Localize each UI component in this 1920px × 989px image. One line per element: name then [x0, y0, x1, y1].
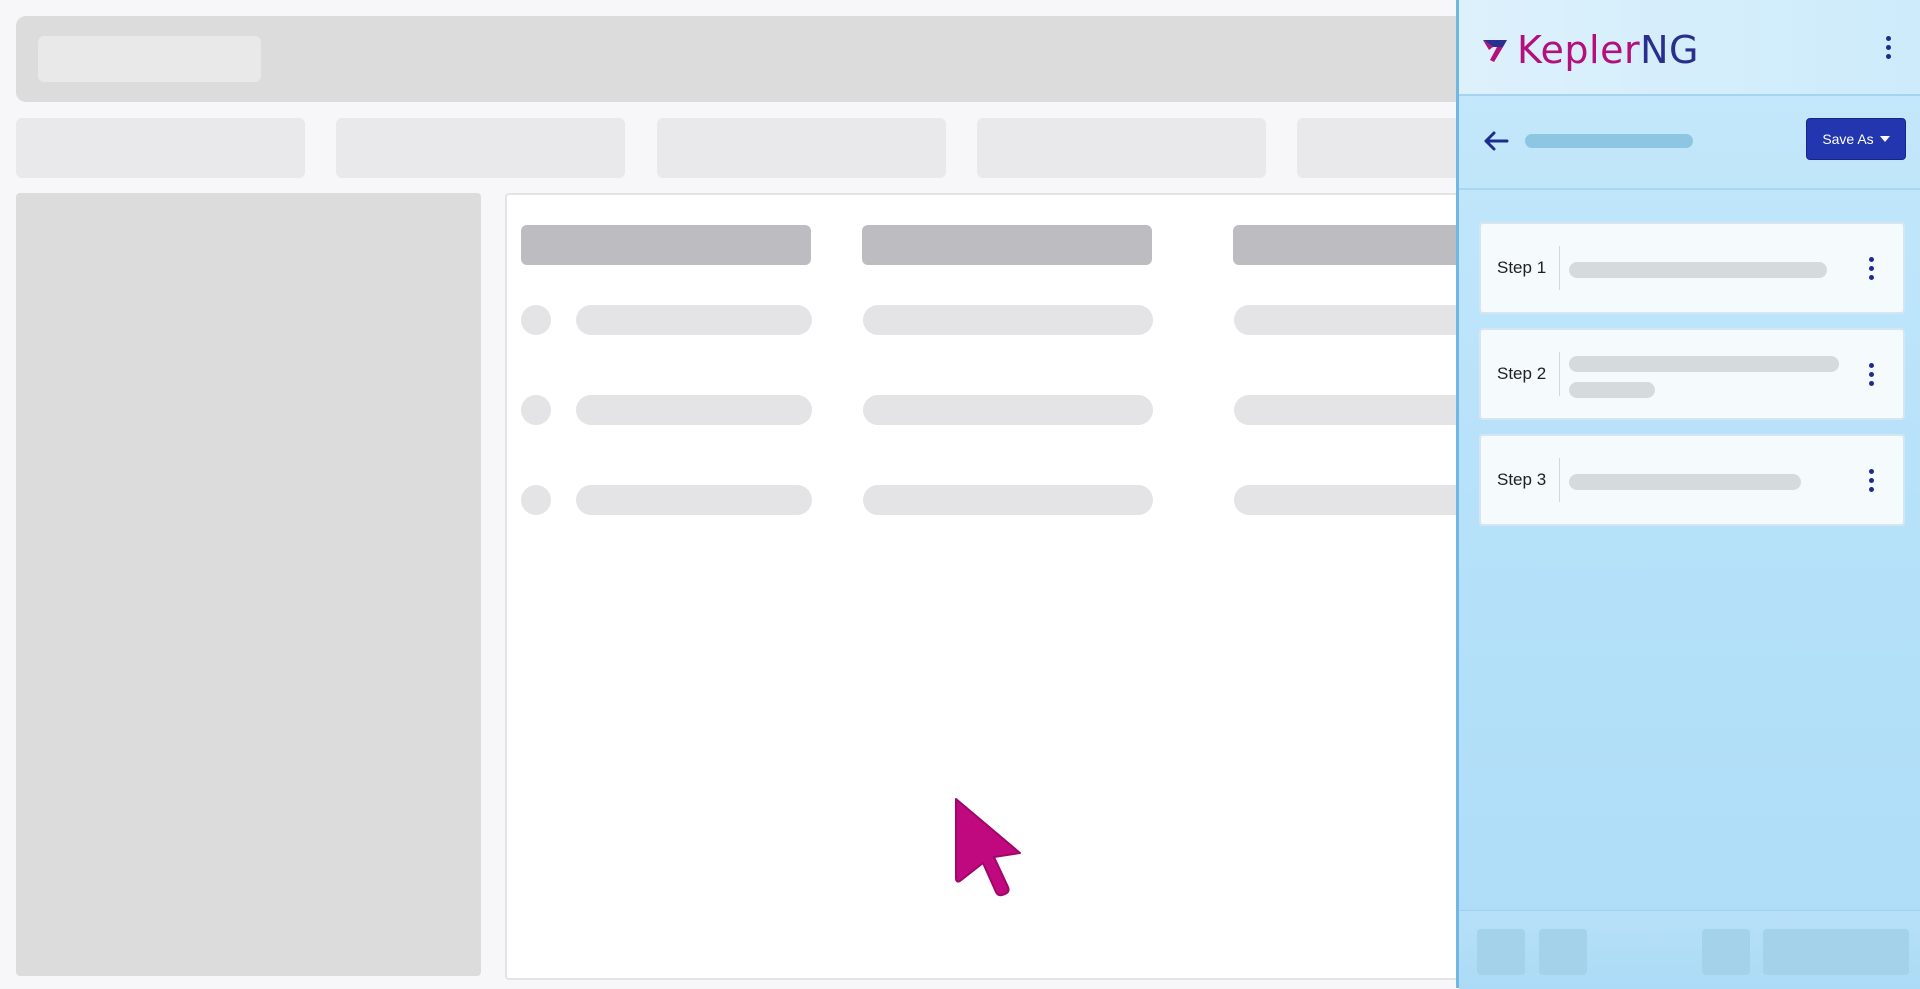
row-radio-placeholder[interactable] [521, 485, 551, 515]
step-kebab-menu-icon[interactable] [1861, 462, 1881, 498]
tab-placeholder[interactable] [16, 118, 305, 178]
step-divider [1559, 246, 1560, 290]
step-divider [1559, 458, 1560, 502]
step-description-placeholder [1569, 382, 1655, 398]
panel-footer [1459, 910, 1920, 989]
step-kebab-menu-icon[interactable] [1861, 356, 1881, 392]
footer-button-placeholder[interactable] [1539, 929, 1587, 975]
panel-header: KeplerNG [1459, 0, 1920, 96]
arrow-left-icon[interactable] [1481, 126, 1511, 156]
step-label: Step 3 [1497, 470, 1547, 489]
row-radio-placeholder[interactable] [521, 395, 551, 425]
brand-name: KeplerNG [1517, 28, 1699, 72]
footer-button-placeholder[interactable] [1477, 929, 1525, 975]
kebab-menu-icon[interactable] [1878, 29, 1898, 65]
footer-button-placeholder[interactable] [1702, 929, 1750, 975]
caret-down-icon [1879, 136, 1890, 142]
mouse-pointer-icon [955, 798, 1021, 897]
kepler-side-panel: KeplerNG Save As Step 1 Step 2 Step 3 [1456, 0, 1920, 989]
panel-toolbar: Save As [1459, 96, 1920, 190]
step-divider [1559, 352, 1560, 396]
tab-placeholder[interactable] [1297, 118, 1467, 178]
step-kebab-menu-icon[interactable] [1861, 250, 1881, 286]
save-as-label: Save As [1822, 131, 1874, 147]
row-cell-placeholder [576, 485, 812, 515]
workflow-title-placeholder [1525, 134, 1693, 148]
column-header-placeholder [862, 225, 1152, 265]
step-label: Step 2 [1497, 364, 1547, 383]
column-header-placeholder [521, 225, 811, 265]
app-title-placeholder [38, 36, 261, 82]
kepler-logo: KeplerNG [1481, 28, 1699, 72]
row-cell-placeholder [863, 305, 1153, 335]
row-cell-placeholder [576, 395, 812, 425]
sidebar-placeholder [16, 193, 481, 976]
tab-placeholder[interactable] [336, 118, 625, 178]
brand-name-part2: NG [1640, 28, 1699, 72]
row-cell-placeholder [863, 395, 1153, 425]
row-radio-placeholder[interactable] [521, 305, 551, 335]
row-cell-placeholder [863, 485, 1153, 515]
step-card[interactable]: Step 3 [1479, 434, 1905, 526]
step-label: Step 1 [1497, 258, 1547, 277]
step-description-placeholder [1569, 356, 1839, 372]
step-card[interactable]: Step 2 [1479, 328, 1905, 420]
kepler-logo-icon [1483, 40, 1507, 62]
tab-placeholder[interactable] [657, 118, 946, 178]
app-topbar-placeholder [16, 16, 1516, 102]
save-as-button[interactable]: Save As [1806, 118, 1906, 160]
brand-name-part1: Kepler [1517, 28, 1641, 72]
tab-placeholder[interactable] [977, 118, 1266, 178]
footer-button-placeholder[interactable] [1763, 929, 1909, 975]
row-cell-placeholder [576, 305, 812, 335]
step-description-placeholder [1569, 262, 1827, 278]
step-card[interactable]: Step 1 [1479, 222, 1905, 314]
step-description-placeholder [1569, 474, 1801, 490]
